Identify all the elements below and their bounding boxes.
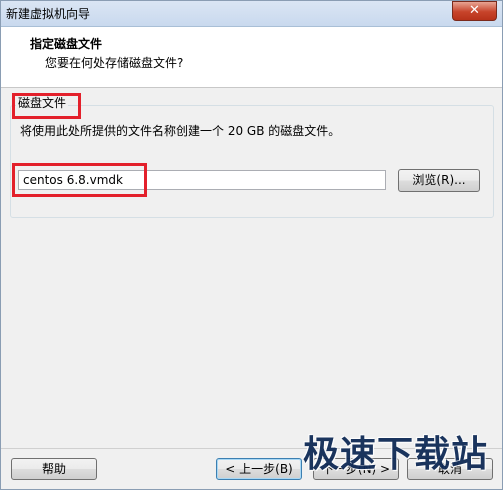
wizard-body: 磁盘文件 将使用此处所提供的文件名称创建一个 20 GB 的磁盘文件。 浏览(R… bbox=[1, 88, 502, 448]
back-button[interactable]: < 上一步(B) bbox=[216, 458, 302, 480]
help-button[interactable]: 帮助 bbox=[11, 458, 97, 480]
highlight-file-input bbox=[12, 163, 147, 197]
watermark-logo: 极速下载站 bbox=[303, 434, 489, 475]
browse-button[interactable]: 浏览(R)... bbox=[398, 169, 480, 192]
close-button[interactable]: ✕ bbox=[452, 1, 497, 21]
group-description: 将使用此处所提供的文件名称创建一个 20 GB 的磁盘文件。 bbox=[20, 124, 341, 138]
close-icon: ✕ bbox=[469, 3, 480, 18]
page-title: 指定磁盘文件 bbox=[30, 37, 103, 51]
window-title: 新建虚拟机向导 bbox=[6, 7, 91, 21]
wizard-header: 指定磁盘文件 您要在何处存储磁盘文件? bbox=[1, 27, 502, 88]
page-subtitle: 您要在何处存储磁盘文件? bbox=[45, 56, 184, 70]
highlight-legend bbox=[12, 93, 81, 119]
title-bar: 新建虚拟机向导 ✕ bbox=[0, 0, 503, 27]
